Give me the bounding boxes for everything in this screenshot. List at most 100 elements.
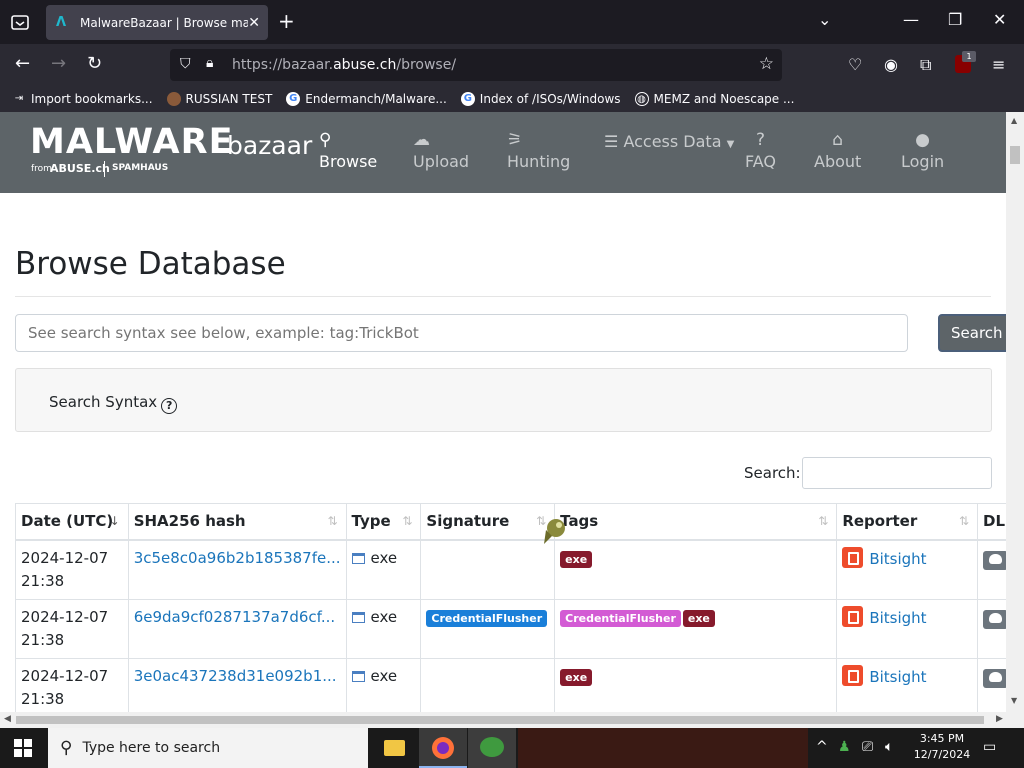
tag-badge[interactable]: exe: [560, 668, 593, 686]
cell-reporter: Bitsight: [836, 657, 979, 718]
cloud-upload-icon: ☁: [413, 130, 430, 150]
scrollbar-thumb[interactable]: [1010, 146, 1020, 164]
minimize-icon[interactable]: —: [903, 10, 919, 29]
table-search-label: Search:: [744, 464, 801, 482]
scroll-right-icon[interactable]: ▶: [996, 714, 1003, 724]
site-logo[interactable]: MALWARE: [30, 122, 233, 162]
menu-label: FAQ: [745, 152, 776, 171]
hash-link[interactable]: 3c5e8c0a96b2b185387fe...: [134, 549, 341, 567]
bookmark-russian-test[interactable]: RUSSIAN TEST: [166, 92, 272, 106]
site-logo-sub[interactable]: bazaar: [227, 131, 312, 160]
tag-badge[interactable]: exe: [682, 609, 715, 627]
bookmark-import[interactable]: ⇥ Import bookmarks...: [12, 92, 153, 106]
reporter-link[interactable]: Bitsight: [869, 550, 926, 568]
menu-access-data[interactable]: ☰ Access Data ▼: [604, 132, 734, 151]
bookmark-star-icon[interactable]: ☆: [759, 54, 774, 74]
menu-login[interactable]: ● Login: [901, 130, 944, 171]
tracking-protection-shield-icon[interactable]: ⛉: [180, 56, 191, 72]
url-text[interactable]: https://bazaar.abuse.ch/browse/: [232, 57, 456, 73]
scroll-left-icon[interactable]: ◀: [4, 714, 11, 724]
globe-icon: ◍: [634, 92, 649, 106]
site-header: MALWARE bazaar from ABUSE.ch SPAMHAUS ⚲ …: [0, 112, 1006, 193]
scroll-up-icon[interactable]: ▲: [1011, 116, 1017, 125]
list-all-tabs-icon[interactable]: ⌄: [818, 10, 831, 29]
tray-app-icon[interactable]: ♟: [838, 739, 851, 755]
menu-upload[interactable]: ☁ Upload: [413, 130, 469, 171]
download-icon[interactable]: [983, 550, 1009, 570]
lock-icon[interactable]: 🔒︎: [206, 55, 213, 71]
taskbar-search-box[interactable]: ⚲ Type here to search: [48, 728, 368, 768]
cell-signature: [420, 657, 556, 718]
database-search-input[interactable]: [15, 314, 908, 352]
url-bar[interactable]: ⛉ 🔒︎ https://bazaar.abuse.ch/browse/ ☆: [170, 49, 782, 81]
active-tab[interactable]: Λ MalwareBazaar | Browse malware ✕: [46, 5, 268, 40]
table-row: 2024-12-07 21:38 6e9da9cf0287137a7d6cf...…: [15, 598, 1024, 659]
menu-hunting[interactable]: ⚞ Hunting: [507, 130, 570, 171]
restore-icon[interactable]: ❐: [948, 10, 962, 29]
firefox-taskbar-icon[interactable]: [419, 728, 467, 768]
menu-faq[interactable]: ? FAQ: [745, 130, 776, 171]
table-search-input[interactable]: [802, 457, 992, 489]
search-syntax-toggle[interactable]: Search Syntax?: [49, 393, 178, 414]
page-title: Browse Database: [15, 246, 286, 282]
network-icon[interactable]: ⎚: [862, 739, 873, 755]
menu-browse[interactable]: ⚲ Browse: [319, 130, 377, 171]
taskbar-search-placeholder: Type here to search: [82, 740, 221, 756]
show-hidden-icons-icon[interactable]: ^: [816, 739, 828, 755]
account-icon[interactable]: ◉: [884, 55, 898, 74]
system-clock[interactable]: 3:45 PM 12/7/2024: [907, 731, 977, 763]
download-icon[interactable]: [983, 609, 1009, 629]
file-explorer-icon[interactable]: [370, 728, 418, 768]
bookmark-label: Index of /ISOs/Windows: [479, 92, 621, 106]
app-menu-icon[interactable]: ≡: [992, 55, 1005, 74]
hash-link[interactable]: 3e0ac437238d31e092b1...: [134, 667, 337, 685]
tag-badge[interactable]: CredentialFlusher: [560, 609, 681, 627]
windows-taskbar: ⚲ Type here to search ^ ♟ ⎚ 🔈︎ 3:45 PM 1…: [0, 728, 1024, 768]
extensions-icon[interactable]: ⧉: [920, 55, 931, 75]
bookmark-memz[interactable]: ◍ MEMZ and Noescape ...: [634, 92, 794, 106]
import-icon: ⇥: [14, 93, 24, 104]
close-window-icon[interactable]: ✕: [993, 10, 1006, 29]
menu-label: Upload: [413, 152, 470, 171]
bookmark-label: Import bookmarks...: [31, 92, 153, 106]
search-button[interactable]: Search: [938, 314, 1008, 352]
col-reporter[interactable]: Reporter ⇅: [836, 503, 979, 541]
tag-badge[interactable]: exe: [560, 550, 593, 568]
spamhaus-logo: SPAMHAUS: [112, 163, 169, 173]
vertical-scrollbar[interactable]: ▲ ▼: [1006, 112, 1024, 712]
cell-type: exe: [345, 657, 422, 718]
search-syntax-card[interactable]: Search Syntax?: [15, 368, 992, 432]
reporter-link[interactable]: Bitsight: [869, 609, 926, 627]
tab-list-icon[interactable]: [8, 10, 32, 34]
pocket-icon[interactable]: ♡: [848, 55, 862, 74]
tab-close-icon[interactable]: ✕: [248, 15, 260, 31]
question-icon: ?: [755, 130, 766, 150]
desktop-pet-taskbar-icon[interactable]: [468, 728, 516, 768]
menu-label: Browse: [319, 152, 378, 171]
col-tags[interactable]: Tags ⇅: [554, 503, 838, 541]
hash-link[interactable]: 6e9da9cf0287137a7d6cf...: [134, 608, 335, 626]
horizontal-scrollbar[interactable]: ◀ ▶: [0, 712, 1024, 728]
scrollbar-thumb[interactable]: [16, 716, 984, 724]
forward-icon[interactable]: →: [51, 54, 66, 74]
windows-start-icon[interactable]: [14, 739, 32, 757]
signature-badge[interactable]: CredentialFlusher: [426, 609, 548, 627]
col-signature[interactable]: Signature ⇅: [420, 503, 556, 541]
menu-about[interactable]: ⌂ About: [814, 130, 861, 171]
col-date[interactable]: Date (UTC) ↓: [15, 503, 129, 541]
col-type[interactable]: Type ⇅: [345, 503, 422, 541]
reporter-link[interactable]: Bitsight: [869, 668, 926, 686]
cell-type: exe: [345, 598, 422, 659]
back-icon[interactable]: ←: [15, 54, 30, 74]
scroll-down-icon[interactable]: ▼: [1011, 696, 1017, 705]
new-tab-icon[interactable]: +: [278, 11, 295, 31]
download-icon[interactable]: [983, 668, 1009, 688]
bookmark-endermanch[interactable]: G Endermanch/Malware...: [286, 92, 447, 106]
bitsight-icon: [842, 664, 864, 686]
notifications-icon[interactable]: ▭: [983, 739, 996, 755]
bookmark-index-isos[interactable]: G Index of /ISOs/Windows: [460, 92, 621, 106]
reload-icon[interactable]: ↻: [87, 54, 102, 74]
volume-icon[interactable]: 🔈︎: [885, 739, 893, 755]
col-hash[interactable]: SHA256 hash ⇅: [127, 503, 347, 541]
hunting-icon: ⚞: [507, 130, 523, 150]
